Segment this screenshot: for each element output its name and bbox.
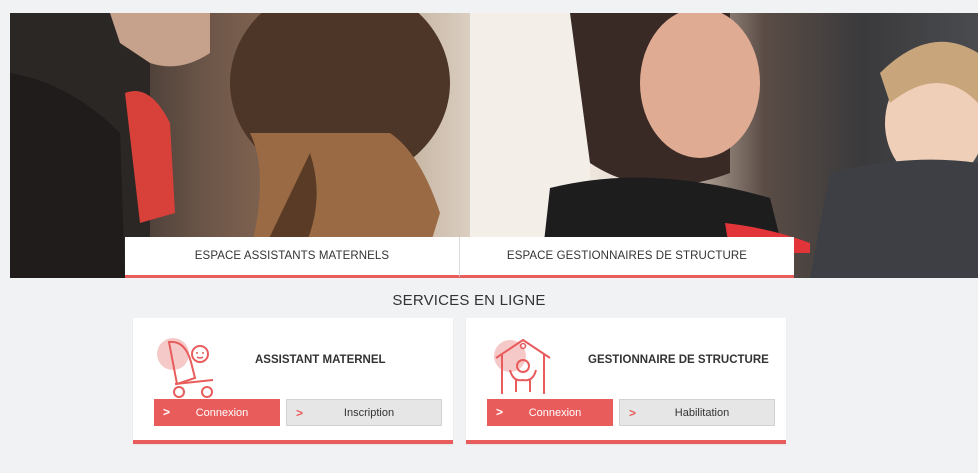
house-child-icon bbox=[488, 332, 558, 402]
chevron-right-icon: > bbox=[496, 405, 504, 419]
inscription-label: Inscription bbox=[343, 406, 395, 419]
connexion-button[interactable]: > Connexion bbox=[487, 399, 613, 426]
tab-assistants-maternels[interactable]: ESPACE ASSISTANTS MATERNELS bbox=[125, 237, 459, 278]
connexion-button[interactable]: > Connexion bbox=[154, 399, 280, 426]
chevron-right-icon: > bbox=[163, 405, 171, 419]
tab-gestionnaires-structure[interactable]: ESPACE GESTIONNAIRES DE STRUCTURE bbox=[459, 237, 794, 278]
top-strip bbox=[0, 0, 978, 13]
connexion-label: Connexion bbox=[528, 406, 582, 419]
space-tabs: ESPACE ASSISTANTS MATERNELS ESPACE GESTI… bbox=[125, 237, 794, 278]
chevron-right-icon: > bbox=[629, 406, 637, 420]
card-title: GESTIONNAIRE DE STRUCTURE bbox=[588, 354, 769, 366]
habilitation-label: Habilitation bbox=[674, 406, 730, 419]
inscription-button[interactable]: > Inscription bbox=[286, 399, 442, 426]
connexion-label: Connexion bbox=[195, 406, 249, 419]
habilitation-button[interactable]: > Habilitation bbox=[619, 399, 775, 426]
stroller-baby-icon bbox=[155, 332, 225, 402]
section-title: SERVICES EN LIGNE bbox=[392, 292, 546, 309]
card-gestionnaire-structure: GESTIONNAIRE DE STRUCTURE > Connexion > … bbox=[466, 318, 786, 444]
card-assistant-maternel: ASSISTANT MATERNEL > Connexion > Inscrip… bbox=[133, 318, 453, 444]
chevron-right-icon: > bbox=[296, 406, 304, 420]
card-title: ASSISTANT MATERNEL bbox=[255, 354, 386, 366]
